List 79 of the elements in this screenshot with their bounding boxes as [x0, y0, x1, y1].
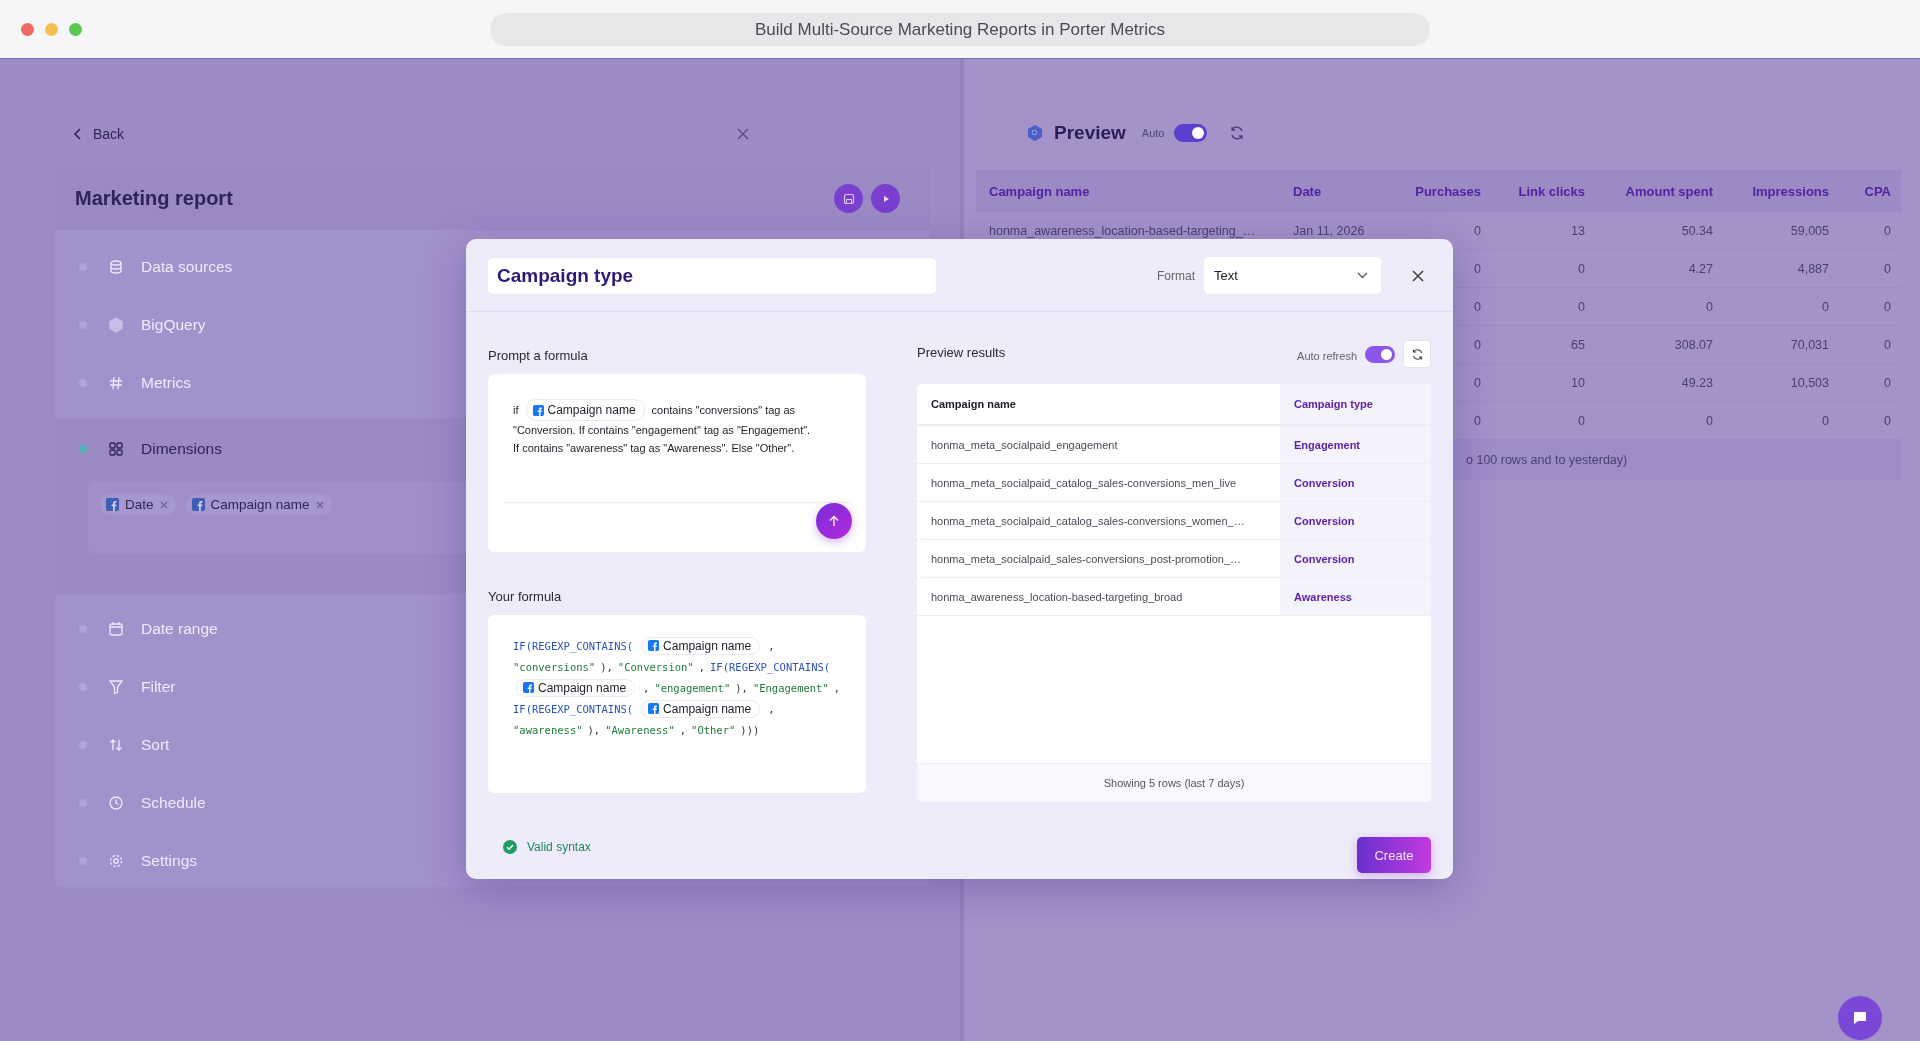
formula-punctuation: , — [643, 681, 650, 694]
table-cell: Conversion — [1280, 502, 1431, 539]
table-cell: 0 — [1474, 413, 1481, 428]
table-cell-text: honma_awareness_location-based-targeting_broad — [930, 589, 1184, 605]
table-cell: 4.27 — [1688, 261, 1713, 276]
table-cell: 0 — [1706, 413, 1713, 428]
table-cell: 13 — [1571, 223, 1585, 238]
table-cell: 70,031 — [1790, 337, 1829, 352]
table-cell: 50.34 — [1681, 223, 1713, 238]
formula-string: "awareness" — [513, 723, 583, 736]
window-title: Build Multi-Source Marketing Reports in Porter Metrics — [490, 13, 1430, 46]
table-cell: Conversion — [1280, 540, 1431, 577]
prompt-text: "Conversion. If contains "engagement" tag as "Engagement". If contains "awareness" tag as "Awareness". Else "Other". — [513, 423, 812, 456]
formula-function: IF(REGEXP_CONTAINS( — [710, 660, 831, 673]
table-cell: 0 — [1578, 261, 1585, 276]
auto-refresh-label: Auto refresh — [1297, 350, 1357, 362]
table-cell: 59,005 — [1790, 223, 1829, 238]
table-cell: 0 — [1884, 299, 1891, 314]
table-cell: 0 — [1884, 413, 1891, 428]
table-cell: Jan 11, 2026 — [1293, 223, 1365, 238]
formula-string: "conversions" — [513, 660, 596, 673]
preview-title: Preview — [1054, 122, 1126, 144]
prompt-label: Prompt a formula — [488, 347, 589, 364]
formula-punctuation: , — [679, 723, 687, 736]
table-cell: 0 — [1474, 375, 1481, 390]
formula-string: "Other" — [691, 723, 736, 736]
table-cell: Engagement — [1280, 426, 1431, 463]
formula-function: IF(REGEXP_CONTAINS( — [513, 702, 634, 715]
table-cell: 0 — [1884, 337, 1891, 352]
table-note: o 100 rows and to yesterday) — [1466, 453, 1628, 467]
results-note: Showing 5 rows (last 7 days) — [1103, 777, 1245, 789]
table-cell: 49.23 — [1681, 375, 1713, 390]
table-cell: 10,503 — [1790, 375, 1829, 390]
formula-punctuation: , — [698, 660, 706, 673]
formula-punctuation: , — [768, 639, 775, 652]
table-cell: honma_awareness_location-based-targeting_… — [989, 223, 1256, 238]
formula-punctuation: ))) — [740, 723, 760, 736]
formula-punctuation: , — [768, 702, 775, 715]
format-label: Format — [1157, 268, 1195, 283]
table-cell: 0 — [1822, 299, 1829, 314]
table-cell: 65 — [1571, 337, 1585, 352]
table-cell: 0 — [1474, 223, 1481, 238]
column-header: Campaign name — [930, 397, 1017, 412]
prompt-text: contains "conversions" tag as — [651, 403, 796, 418]
formula-punctuation: ), — [600, 660, 613, 673]
syntax-status: Valid syntax — [527, 840, 591, 854]
table-cell-text: honma_meta_socialpaid_engagement — [930, 437, 1119, 453]
table-cell: 0 — [1474, 299, 1481, 314]
table-cell: 0 — [1884, 261, 1891, 276]
table-cell: 0 — [1884, 375, 1891, 390]
results-label: Preview results — [917, 345, 1006, 360]
table-cell: 0 — [1474, 337, 1481, 352]
table-cell-text: honma_meta_socialpaid_catalog_sales-conversions_men_live — [930, 475, 1238, 491]
table-cell: Conversion — [1280, 464, 1431, 501]
table-cell: 10 — [1571, 375, 1585, 390]
column-header: Campaign type — [1280, 384, 1431, 424]
table-cell: 0 — [1884, 223, 1891, 238]
table-cell: 308.07 — [1674, 337, 1713, 352]
table-cell: 4,887 — [1797, 261, 1829, 276]
table-cell-text: honma_meta_socialpaid_catalog_sales-conversions_women_… — [930, 513, 1246, 529]
formula-string: "engagement" — [654, 681, 731, 694]
formula-punctuation: ), — [587, 723, 601, 736]
table-cell: 0 — [1578, 413, 1585, 428]
formula-string: "Engagement" — [752, 681, 829, 694]
table-cell: 0 — [1474, 261, 1481, 276]
table-cell: 0 — [1706, 299, 1713, 314]
formula-string: "Awareness" — [605, 723, 675, 736]
formula-function: IF(REGEXP_CONTAINS( — [513, 639, 634, 652]
table-cell: Awareness — [1280, 578, 1431, 615]
formula-punctuation: ), — [735, 681, 748, 694]
table-cell-text: honma_meta_socialpaid_sales-conversions_post-promotion_… — [930, 551, 1242, 567]
formula-label: Your formula — [488, 588, 563, 605]
prompt-text: if — [513, 403, 519, 418]
formula-string: "Conversion" — [617, 660, 694, 673]
formula-punctuation: , — [833, 681, 841, 694]
report-title: Marketing report — [75, 187, 233, 210]
auto-label: Auto — [1141, 127, 1165, 139]
table-cell: 0 — [1822, 413, 1829, 428]
table-cell: 0 — [1578, 299, 1585, 314]
